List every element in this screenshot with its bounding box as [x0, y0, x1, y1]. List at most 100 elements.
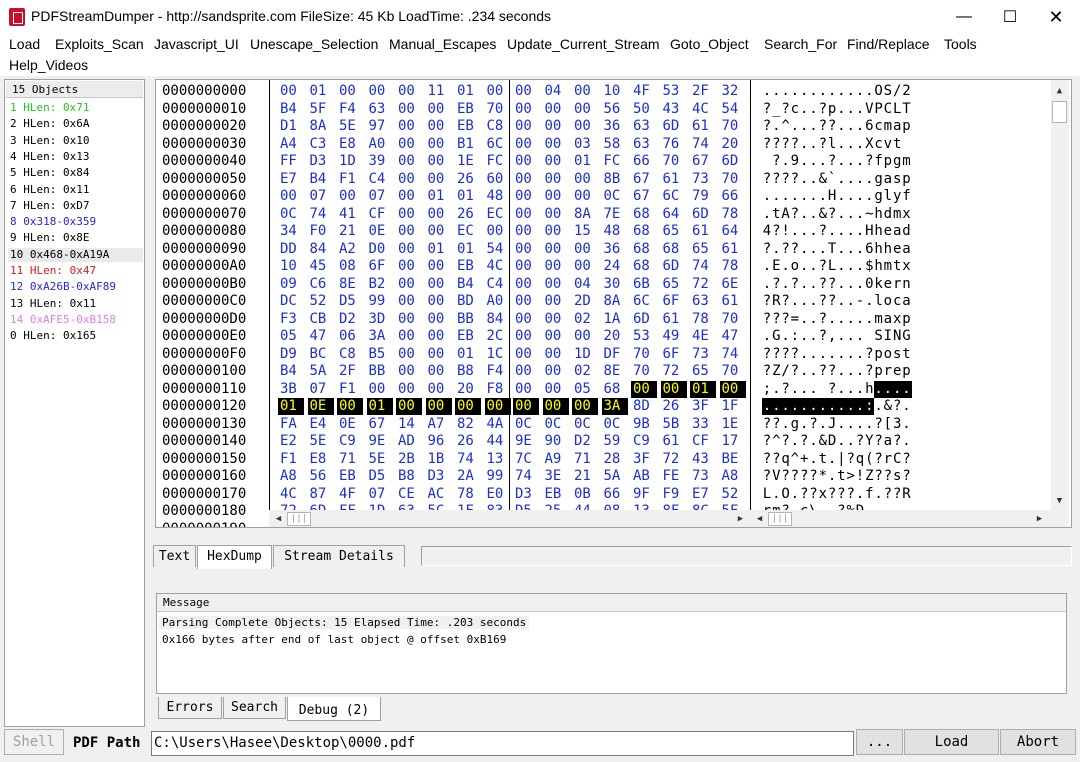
hex-byte[interactable]: 53 — [631, 328, 657, 345]
hex-byte[interactable]: 66 — [631, 153, 657, 170]
object-list-item[interactable]: 8 0x318-0x359 — [10, 215, 96, 229]
hex-byte[interactable]: 00 — [513, 241, 539, 258]
hex-byte[interactable]: 03 — [572, 136, 598, 153]
hex-byte[interactable]: 00 — [543, 241, 569, 258]
hex-byte[interactable]: 67 — [367, 416, 393, 433]
hex-byte[interactable]: F1 — [278, 451, 304, 468]
hex-byte[interactable]: 59 — [602, 433, 628, 450]
hex-byte[interactable]: 01 — [426, 241, 452, 258]
hex-byte[interactable]: 00 — [542, 398, 569, 415]
hex-byte[interactable]: 26 — [455, 433, 481, 450]
hex-byte[interactable]: 6D — [631, 311, 657, 328]
hex-byte[interactable]: 08 — [337, 258, 363, 275]
object-list-item[interactable]: 11 HLen: 0x47 — [10, 264, 96, 278]
hex-byte[interactable]: 6C — [485, 136, 511, 153]
hex-byte[interactable]: 2F — [690, 83, 716, 100]
hex-byte[interactable]: 00 — [396, 153, 422, 170]
hex-byte[interactable]: 1D — [572, 346, 598, 363]
hex-byte[interactable]: 01 — [366, 398, 393, 415]
hex-byte[interactable]: 00 — [396, 398, 422, 415]
hex-byte[interactable]: 3F — [631, 451, 657, 468]
hex-byte[interactable]: 00 — [543, 311, 569, 328]
hex-byte[interactable]: 61 — [661, 171, 687, 188]
hex-byte[interactable]: 4C — [278, 486, 304, 503]
tab-debug[interactable]: Debug (2) — [287, 697, 381, 721]
hex-byte[interactable]: D2 — [572, 433, 598, 450]
hex-byte[interactable]: 76 — [661, 136, 687, 153]
hex-byte[interactable]: F1 — [337, 381, 363, 398]
hex-byte[interactable]: 53 — [661, 83, 687, 100]
hex-byte[interactable]: 01 — [455, 241, 481, 258]
hex-byte[interactable]: 74 — [690, 136, 716, 153]
hex-byte[interactable]: 00 — [513, 171, 539, 188]
hex-byte[interactable]: 00 — [543, 206, 569, 223]
hex-byte[interactable]: DF — [602, 346, 628, 363]
hex-byte[interactable]: 9E — [367, 433, 393, 450]
menu-update-current-stream[interactable]: Update_Current_Stream — [507, 36, 660, 52]
hex-byte[interactable]: 00 — [396, 346, 422, 363]
hex-byte[interactable]: 00 — [543, 223, 569, 240]
hex-byte[interactable]: 1D — [337, 153, 363, 170]
hex-byte[interactable]: 9B — [631, 416, 657, 433]
hex-byte[interactable]: 67 — [631, 188, 657, 205]
object-list-item[interactable]: 4 HLen: 0x13 — [10, 150, 89, 164]
hex-byte[interactable]: 63 — [690, 293, 716, 310]
hex-byte[interactable]: 61 — [720, 241, 746, 258]
hex-byte[interactable]: 0E — [367, 223, 393, 240]
hex-byte[interactable]: EB — [455, 118, 481, 135]
hex-byte[interactable]: 00 — [513, 328, 539, 345]
hex-byte[interactable]: 66 — [720, 188, 746, 205]
hex-byte[interactable]: D3 — [426, 468, 452, 485]
object-list-item[interactable]: 0 HLen: 0x165 — [10, 329, 96, 343]
hex-byte[interactable]: A8 — [720, 468, 746, 485]
hex-byte[interactable]: D3 — [513, 486, 539, 503]
hex-byte[interactable]: 84 — [308, 241, 334, 258]
hex-byte[interactable]: 00 — [572, 241, 598, 258]
hex-byte[interactable]: 00 — [278, 83, 304, 100]
menu-tools[interactable]: Tools — [944, 36, 977, 52]
hex-byte[interactable]: 33 — [690, 416, 716, 433]
hex-byte[interactable]: EB — [455, 101, 481, 118]
hex-byte[interactable]: 00 — [396, 206, 422, 223]
ascii-char[interactable]: 2 — [902, 83, 912, 100]
hex-byte[interactable]: 07 — [367, 188, 393, 205]
hex-byte[interactable]: 68 — [602, 381, 628, 398]
hex-byte[interactable]: 90 — [543, 433, 569, 450]
hex-byte[interactable]: BD — [455, 293, 481, 310]
hex-byte[interactable]: 00 — [543, 101, 569, 118]
hex-byte[interactable]: 8A — [572, 206, 598, 223]
object-list-item[interactable]: 2 HLen: 0x6A — [10, 117, 89, 131]
hex-byte[interactable]: 6C — [631, 293, 657, 310]
hex-byte[interactable]: 79 — [690, 188, 716, 205]
hex-byte[interactable]: 61 — [661, 433, 687, 450]
hex-byte[interactable]: 20 — [455, 381, 481, 398]
hex-byte[interactable]: D1 — [278, 118, 304, 135]
hex-byte[interactable]: 36 — [602, 241, 628, 258]
hex-byte[interactable]: BE — [720, 451, 746, 468]
hex-byte[interactable]: EC — [485, 206, 511, 223]
hex-byte[interactable]: 0C — [543, 416, 569, 433]
hex-byte[interactable]: 64 — [661, 206, 687, 223]
hex-byte[interactable]: 39 — [367, 153, 393, 170]
hex-byte[interactable]: 4A — [485, 416, 511, 433]
hex-byte[interactable]: 87 — [308, 486, 334, 503]
ascii-char[interactable]: m — [902, 153, 912, 170]
hex-byte[interactable]: A2 — [337, 241, 363, 258]
hex-byte[interactable]: C9 — [631, 433, 657, 450]
tab-text[interactable]: Text — [153, 545, 196, 567]
hex-byte[interactable]: 2B — [396, 451, 422, 468]
hex-byte[interactable]: 00 — [543, 118, 569, 135]
hex-byte[interactable]: 00 — [543, 381, 569, 398]
hex-byte[interactable]: EB — [337, 468, 363, 485]
hex-byte[interactable]: 00 — [513, 293, 539, 310]
hex-byte[interactable]: 00 — [337, 188, 363, 205]
hex-byte[interactable]: 65 — [661, 223, 687, 240]
hex-byte[interactable]: 01 — [278, 398, 304, 415]
hex-byte[interactable]: 00 — [426, 346, 452, 363]
hex-byte[interactable]: 00 — [426, 311, 452, 328]
hex-byte[interactable]: B8 — [455, 363, 481, 380]
hex-byte[interactable]: 6D — [690, 206, 716, 223]
hex-byte[interactable]: 73 — [690, 346, 716, 363]
ascii-char[interactable]: . — [902, 416, 912, 433]
hex-byte[interactable]: E7 — [278, 171, 304, 188]
